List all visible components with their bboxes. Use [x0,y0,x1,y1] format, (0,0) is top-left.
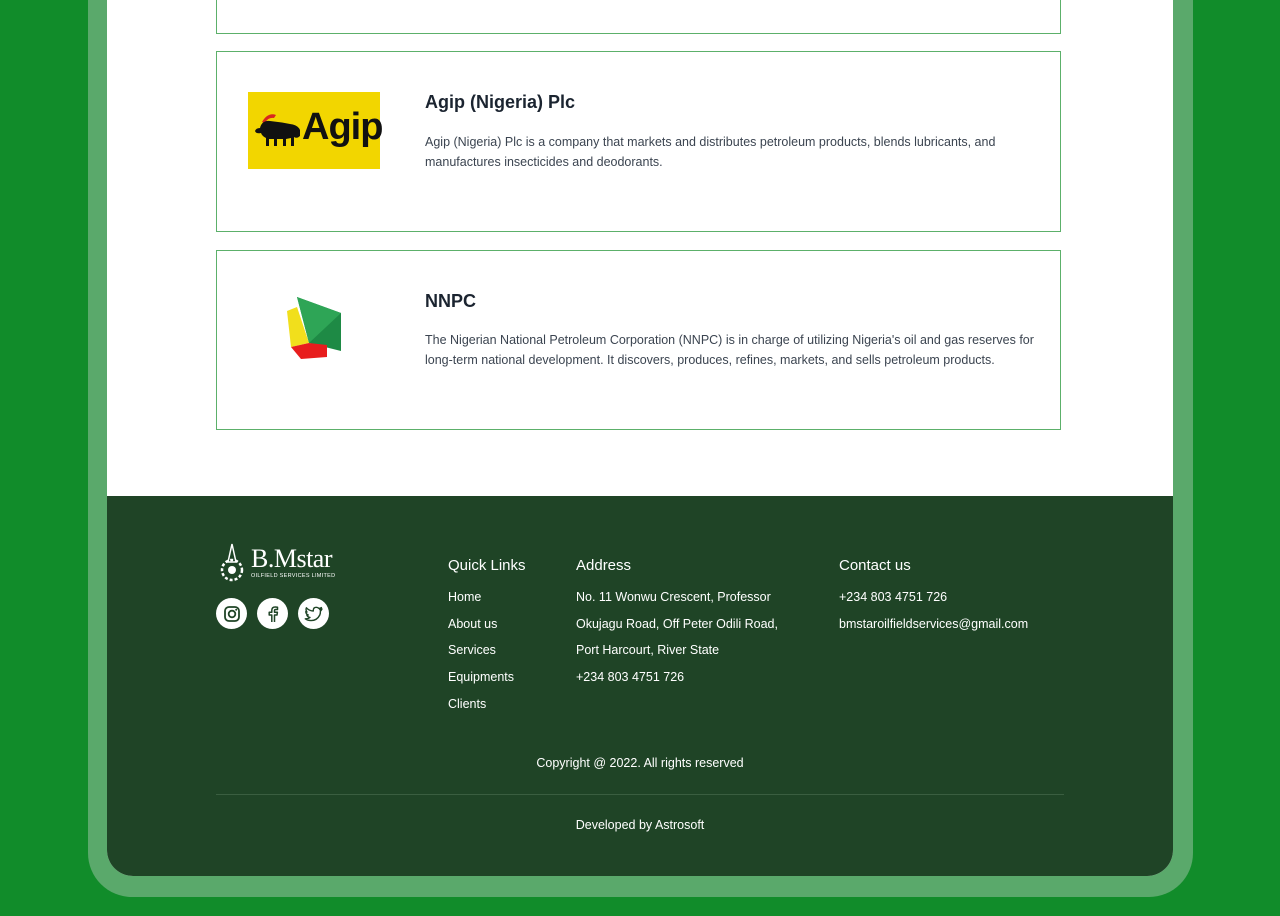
address-lines: No. 11 Wonwu Crescent, Professor Okujagu… [576,589,778,696]
contact-lines: +234 803 4751 726 bmstaroilfieldservices… [839,589,1028,642]
footer-divider [216,794,1064,795]
six-legged-dog-icon [255,114,300,146]
footer-link-equipments[interactable]: Equipments [448,669,514,696]
quick-links-title: Quick Links [448,557,526,574]
social-links [216,598,329,629]
client-description: Agip (Nigeria) Plc is a company that mar… [425,135,996,169]
client-card-previous [216,0,1061,34]
footer-link-about[interactable]: About us [448,616,514,643]
twitter-button[interactable] [298,598,329,629]
nnpc-logo [287,297,341,359]
footer-link-services[interactable]: Services [448,642,514,669]
instagram-icon [223,605,240,622]
site-footer: B.Mstar OILFIELD SERVICES LIMITED Quick … [107,496,1173,876]
address-line: Okujagu Road, Off Peter Odili Road, [576,616,778,631]
agip-logo: Agip [248,92,383,169]
contact-title: Contact us [839,557,911,574]
brand-name: B.Mstar [251,544,333,573]
oil-derrick-gear-icon [220,543,244,582]
quick-links-list: Home About us Services Equipments Client… [448,589,514,722]
agip-logo-text: Agip [302,106,383,148]
brand-tagline: OILFIELD SERVICES LIMITED [251,573,336,579]
address-line: Port Harcourt, River State [576,643,720,658]
contact-email[interactable]: bmstaroilfieldservices@gmail.com [839,616,1028,643]
client-name: Agip (Nigeria) Plc [425,92,576,112]
twitter-icon [304,606,323,621]
developer-credit: Developed by Astrosoft [575,818,705,832]
footer-link-clients[interactable]: Clients [448,696,514,723]
client-description: The Nigerian National Petroleum Corporat… [425,333,1034,367]
facebook-icon [267,605,278,622]
address-title: Address [576,557,632,574]
client-card-nnpc: NNPC The Nigerian National Petroleum Cor… [216,250,1061,430]
client-card-agip: Agip Agip (Nigeria) Plc Agip (Nigeria) P… [216,51,1061,232]
address-phone: +234 803 4751 726 [576,670,685,685]
contact-phone[interactable]: +234 803 4751 726 [839,589,1028,616]
facebook-button[interactable] [257,598,288,629]
copyright-text: Copyright @ 2022. All rights reserved [536,756,744,770]
brand-logo[interactable]: B.Mstar OILFIELD SERVICES LIMITED [217,542,335,584]
instagram-button[interactable] [216,598,247,629]
page-screen: Agip Agip (Nigeria) Plc Agip (Nigeria) P… [107,0,1173,876]
footer-link-home[interactable]: Home [448,589,514,616]
address-line: No. 11 Wonwu Crescent, Professor [576,590,771,604]
client-name: NNPC [425,291,477,311]
